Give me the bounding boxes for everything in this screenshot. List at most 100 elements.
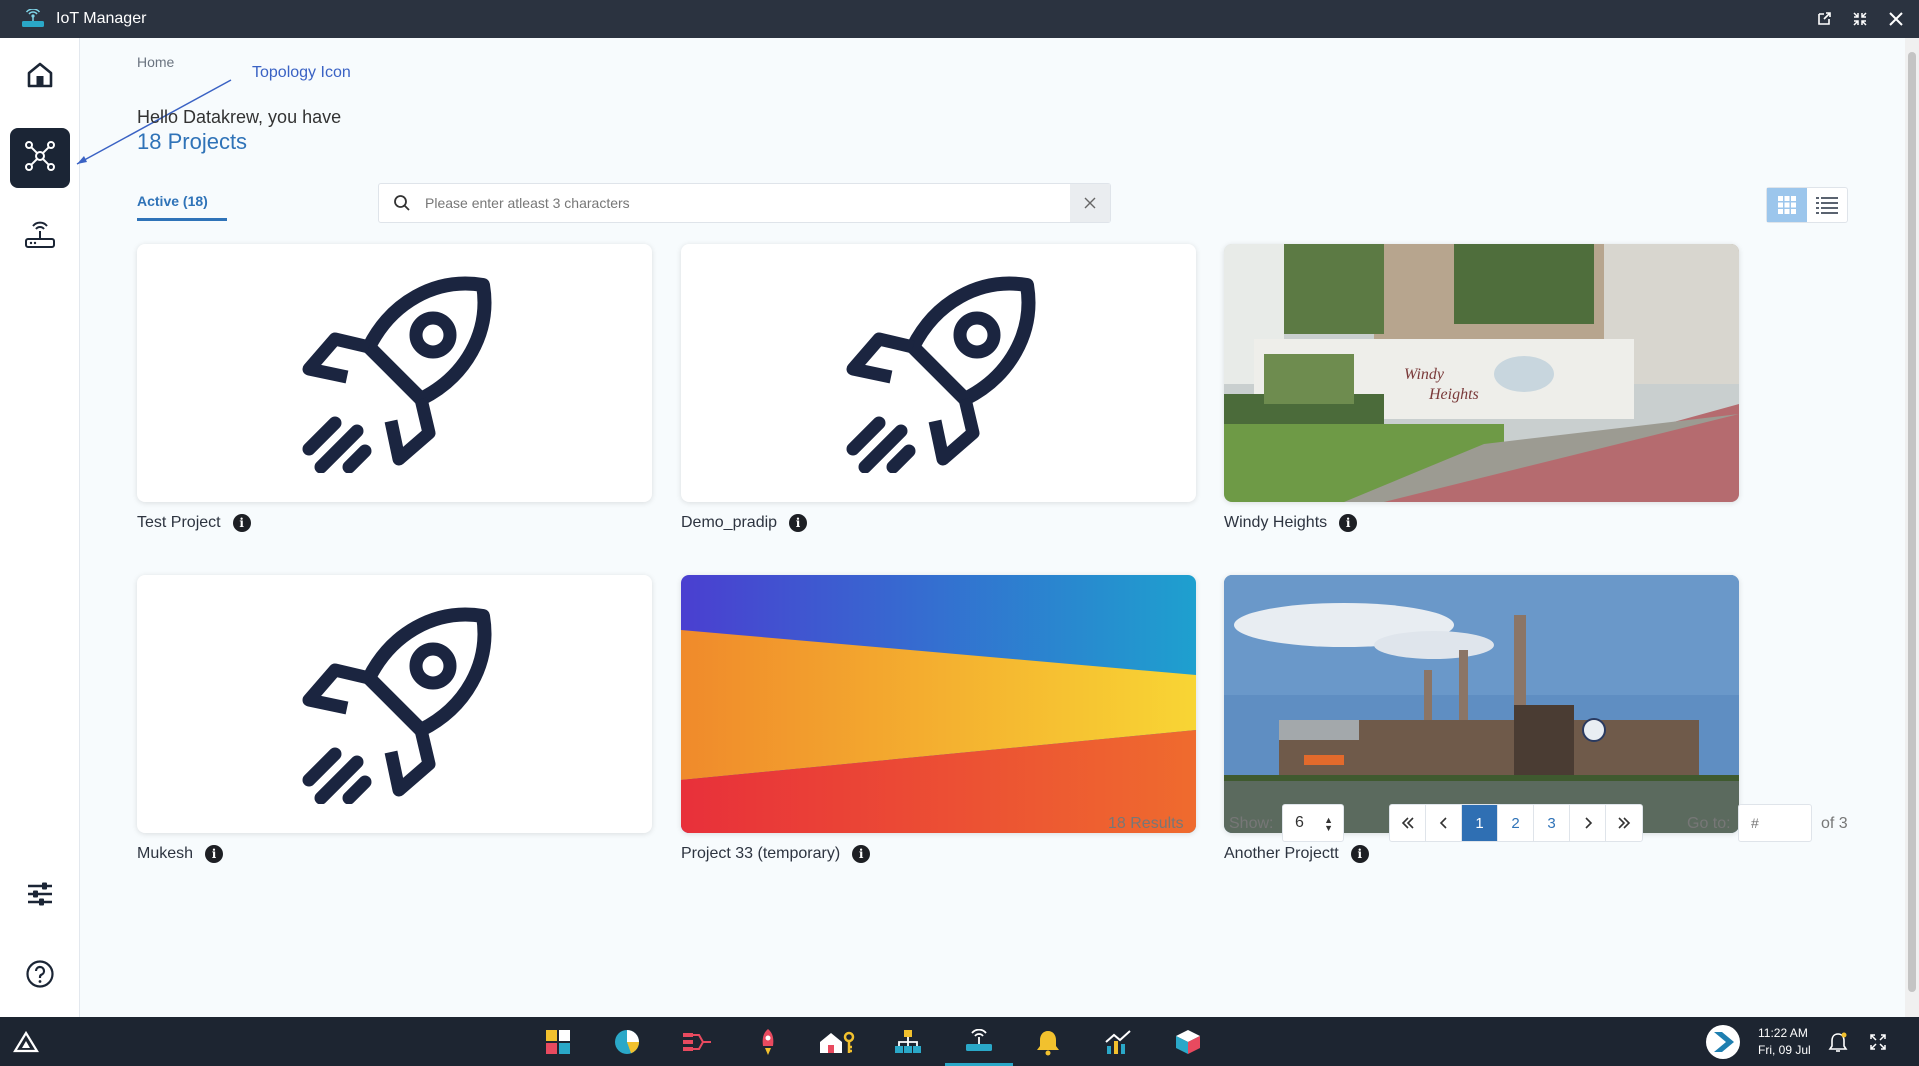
sidebar-item-settings[interactable] bbox=[10, 866, 70, 926]
page-size-select[interactable]: 6 ▲ ▼ bbox=[1282, 804, 1344, 842]
grid-icon bbox=[1778, 196, 1796, 214]
info-icon[interactable]: i bbox=[1339, 514, 1358, 532]
flow-icon bbox=[683, 1032, 711, 1051]
info-icon[interactable]: i bbox=[1350, 845, 1369, 863]
main-content: Home Topology Icon Hello Datakrew, you h… bbox=[76, 38, 1905, 1017]
project-thumbnail[interactable] bbox=[681, 575, 1196, 833]
home-key-icon bbox=[820, 1031, 855, 1053]
router-icon bbox=[20, 9, 46, 29]
project-thumbnail[interactable] bbox=[137, 575, 652, 833]
fullscreen-button[interactable] bbox=[1854, 1017, 1902, 1066]
taskbar-app[interactable] bbox=[534, 1017, 582, 1066]
project-thumbnail[interactable] bbox=[137, 244, 652, 502]
taskbar-app[interactable] bbox=[603, 1017, 651, 1066]
last-page-button[interactable] bbox=[1606, 805, 1642, 841]
project-card[interactable]: Demo_pradip i bbox=[681, 244, 1196, 532]
project-thumbnail[interactable]: Windy Heights bbox=[1224, 244, 1739, 502]
taskbar-app-active[interactable] bbox=[945, 1017, 1013, 1066]
list-icon bbox=[1816, 197, 1838, 214]
rocket-icon bbox=[302, 276, 491, 473]
next-page-button[interactable] bbox=[1570, 805, 1606, 841]
title-bar: IoT Manager bbox=[0, 0, 1919, 38]
sidebar-item-help[interactable] bbox=[10, 946, 70, 1006]
project-name[interactable]: Project 33 (temporary) bbox=[681, 845, 840, 863]
project-name[interactable]: Mukesh bbox=[137, 845, 193, 863]
rocket-icon bbox=[846, 276, 1035, 473]
search-input[interactable] bbox=[425, 195, 1070, 211]
triangle-logo-icon bbox=[13, 1030, 39, 1052]
prev-page-button[interactable] bbox=[1426, 805, 1462, 841]
pie-chart-icon bbox=[615, 1029, 639, 1054]
project-name[interactable]: Windy Heights bbox=[1224, 514, 1327, 532]
project-card[interactable]: Test Project i bbox=[137, 244, 652, 532]
vertical-scrollbar[interactable] bbox=[1905, 38, 1919, 1017]
launcher-button[interactable] bbox=[2, 1017, 50, 1066]
project-name[interactable]: Demo_pradip bbox=[681, 514, 777, 532]
expand-icon bbox=[1870, 1033, 1886, 1050]
clock[interactable]: 11:22 AM Fri, 09 Jul bbox=[1758, 1025, 1811, 1059]
info-icon[interactable]: i bbox=[232, 514, 251, 532]
scrollbar-thumb[interactable] bbox=[1908, 52, 1916, 992]
collapse-icon[interactable] bbox=[1849, 8, 1871, 30]
view-toggle bbox=[1766, 187, 1848, 223]
annotation-arrow bbox=[76, 79, 232, 165]
taskbar-app[interactable] bbox=[1094, 1017, 1142, 1066]
project-name[interactable]: Test Project bbox=[137, 514, 221, 532]
clock-time: 11:22 AM bbox=[1758, 1026, 1808, 1040]
double-chevron-right-icon bbox=[1618, 817, 1631, 829]
router-icon bbox=[24, 221, 56, 256]
breadcrumb[interactable]: Home bbox=[137, 54, 174, 70]
popout-icon[interactable] bbox=[1813, 8, 1835, 30]
first-page-button[interactable] bbox=[1390, 805, 1426, 841]
window-title: IoT Manager bbox=[56, 10, 147, 27]
user-avatar[interactable] bbox=[1699, 1017, 1747, 1066]
page-button-3[interactable]: 3 bbox=[1534, 805, 1570, 841]
project-name[interactable]: Another Projectt bbox=[1224, 845, 1339, 863]
info-icon[interactable]: i bbox=[789, 514, 808, 532]
taskbar-app[interactable] bbox=[1024, 1017, 1072, 1066]
close-icon[interactable] bbox=[1885, 8, 1907, 30]
topology-icon bbox=[23, 139, 57, 178]
project-card[interactable]: Windy Heights Windy Heights i bbox=[1224, 244, 1739, 532]
sidebar-item-gateways[interactable] bbox=[10, 208, 70, 268]
svg-text:Windy: Windy bbox=[1404, 366, 1445, 383]
sidebar-item-topology[interactable] bbox=[10, 128, 70, 188]
clear-search-button[interactable] bbox=[1070, 184, 1110, 222]
taskbar-app[interactable] bbox=[884, 1017, 932, 1066]
chevron-right-icon bbox=[1584, 817, 1592, 829]
results-count: 18 Results bbox=[1108, 815, 1184, 832]
greeting-text: Hello Datakrew, you have bbox=[137, 107, 342, 127]
annotation-label: Topology Icon bbox=[252, 64, 351, 81]
info-icon[interactable]: i bbox=[852, 845, 871, 863]
taskbar-app[interactable] bbox=[744, 1017, 792, 1066]
svg-text:Heights: Heights bbox=[1428, 386, 1479, 403]
page-button-1[interactable]: 1 bbox=[1462, 805, 1498, 841]
search-bar bbox=[378, 183, 1111, 223]
project-thumbnail[interactable] bbox=[681, 244, 1196, 502]
list-view-button[interactable] bbox=[1807, 188, 1847, 222]
taskbar-app[interactable] bbox=[813, 1017, 861, 1066]
taskbar: 11:22 AM Fri, 09 Jul bbox=[0, 1017, 1919, 1066]
taskbar-app[interactable] bbox=[1164, 1017, 1212, 1066]
bell-icon bbox=[1828, 1032, 1848, 1052]
tab-active[interactable]: Active (18) bbox=[137, 193, 208, 209]
goto-page-input[interactable] bbox=[1738, 804, 1812, 842]
project-count: 18 Projects bbox=[137, 129, 248, 154]
gradient-image bbox=[681, 575, 1196, 833]
rocket-app-icon bbox=[762, 1028, 774, 1055]
page-button-2[interactable]: 2 bbox=[1498, 805, 1534, 841]
grid-view-button[interactable] bbox=[1767, 188, 1807, 222]
show-label: Show: bbox=[1229, 815, 1274, 832]
avatar-logo-icon bbox=[1706, 1024, 1740, 1059]
info-icon[interactable]: i bbox=[205, 845, 224, 863]
building-photo: Windy Heights bbox=[1224, 244, 1739, 502]
goto-label: Go to: bbox=[1687, 815, 1731, 832]
hierarchy-icon bbox=[895, 1029, 921, 1053]
tab-underline bbox=[137, 218, 227, 221]
project-thumbnail[interactable] bbox=[1224, 575, 1739, 833]
page-buttons: 1 2 3 bbox=[1389, 804, 1643, 842]
analytics-icon bbox=[1105, 1029, 1131, 1054]
sidebar-item-home[interactable] bbox=[10, 47, 70, 107]
iot-router-icon bbox=[966, 1028, 992, 1051]
taskbar-app[interactable] bbox=[673, 1017, 721, 1066]
